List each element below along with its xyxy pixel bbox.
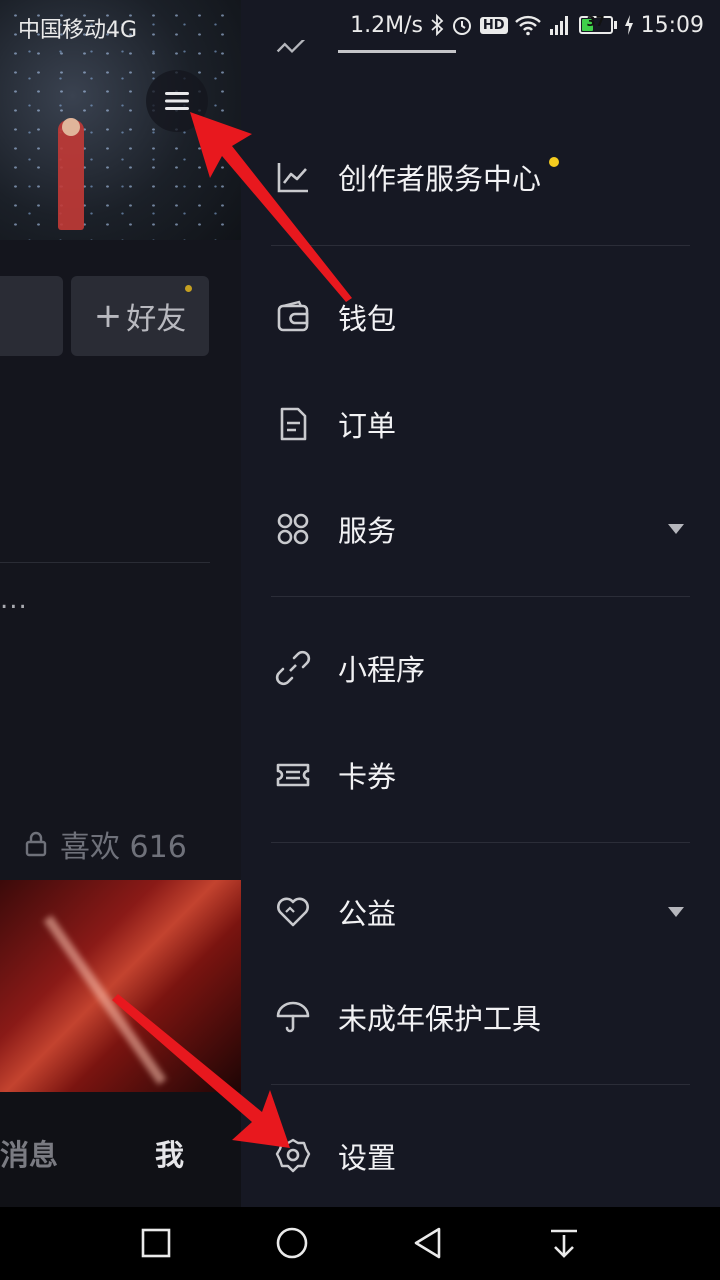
divider [271, 842, 690, 843]
edit-profile-button[interactable] [0, 276, 63, 356]
battery-indicator: 37 [578, 15, 617, 34]
notification-pulldown-button[interactable] [546, 1225, 582, 1261]
menu-item-label: 卡券 [338, 760, 397, 794]
menu-item-label: 未成年保护工具 [338, 1002, 542, 1036]
back-triangle-icon [414, 1227, 441, 1259]
menu-item-label: 公益 [338, 897, 397, 931]
side-drawer: 创作者服务中心 钱包 订单 服务 小程序 卡券 公益 未成年保护工具 设置 [241, 0, 720, 1207]
menu-item-label: 设置 [338, 1141, 397, 1175]
add-friend-label: 好友 [126, 302, 187, 337]
menu-item-services[interactable]: 服务 [241, 494, 720, 564]
video-thumbnail[interactable] [0, 880, 241, 1092]
divider [271, 1084, 690, 1085]
menu-item-settings[interactable]: 设置 [241, 1121, 720, 1191]
square-icon [141, 1228, 171, 1258]
likes-tab[interactable]: 喜欢 616 [22, 822, 187, 866]
divider [271, 245, 690, 246]
tab-messages[interactable]: 消息 [0, 1132, 58, 1174]
cellular-signal-icon [549, 16, 568, 35]
divider [271, 596, 690, 597]
menu-item-creator-center[interactable]: 创作者服务中心 [241, 142, 720, 212]
menu-item-mini-programs[interactable]: 小程序 [241, 633, 720, 703]
status-bar-indicators: 1.2M/s HD 37 15:09 [350, 10, 704, 40]
back-button[interactable] [410, 1225, 446, 1261]
expand-caret-icon[interactable] [668, 907, 684, 917]
order-doc-icon [274, 405, 312, 443]
hamburger-menu-icon [165, 92, 189, 110]
menu-item-orders[interactable]: 订单 [241, 389, 720, 459]
notification-dot [549, 157, 559, 167]
menu-item-label: 钱包 [338, 302, 397, 336]
add-friend-button[interactable]: + 好友 [71, 276, 209, 356]
likes-label: 喜欢 616 [60, 830, 187, 865]
partial-icon [276, 40, 306, 54]
hd-badge: HD [479, 16, 508, 34]
wifi-icon [514, 15, 541, 36]
home-button[interactable] [274, 1225, 310, 1261]
system-navigation-bar [0, 1207, 720, 1280]
alarm-icon [452, 17, 471, 35]
heart-icon [274, 893, 312, 931]
carrier-label: 中国移动4G [18, 18, 138, 43]
grid-icon [274, 510, 312, 548]
menu-item-label: 小程序 [338, 653, 426, 687]
settings-gear-icon [274, 1137, 312, 1175]
circle-icon [276, 1227, 308, 1259]
charging-icon [624, 15, 633, 35]
menu-item-label: 创作者服务中心 [338, 162, 542, 196]
umbrella-icon [274, 998, 312, 1036]
menu-item-charity[interactable]: 公益 [241, 877, 720, 947]
recent-apps-button[interactable] [138, 1225, 174, 1261]
chart-icon [274, 158, 312, 196]
menu-item-coupons[interactable]: 卡券 [241, 740, 720, 810]
network-speed: 1.2M/s [350, 12, 423, 38]
scrolled-off-item [241, 40, 720, 80]
divider [0, 562, 210, 563]
menu-item-label: 服务 [338, 514, 397, 548]
profile-page-background: + 好友 ... 喜欢 616 消息 我 [0, 0, 241, 1207]
menu-item-label: 订单 [338, 409, 397, 443]
more-text-ellipsis: ... [0, 585, 28, 615]
notification-dot [185, 285, 192, 292]
wallet-icon [274, 298, 312, 336]
ticket-icon [274, 756, 312, 794]
bluetooth-icon [431, 14, 444, 36]
menu-item-wallet[interactable]: 钱包 [241, 282, 720, 352]
link-icon [274, 649, 312, 687]
battery-level: 37 [586, 15, 605, 30]
expand-caret-icon[interactable] [668, 524, 684, 534]
menu-item-minor-protection[interactable]: 未成年保护工具 [241, 982, 720, 1052]
clock: 15:09 [640, 12, 704, 38]
plus-icon: + [93, 296, 123, 336]
lock-icon [25, 831, 47, 857]
tab-me[interactable]: 我 [155, 1132, 184, 1174]
hamburger-menu-button[interactable] [146, 70, 208, 132]
pull-down-icon [551, 1229, 577, 1258]
performer-figure [58, 120, 84, 230]
